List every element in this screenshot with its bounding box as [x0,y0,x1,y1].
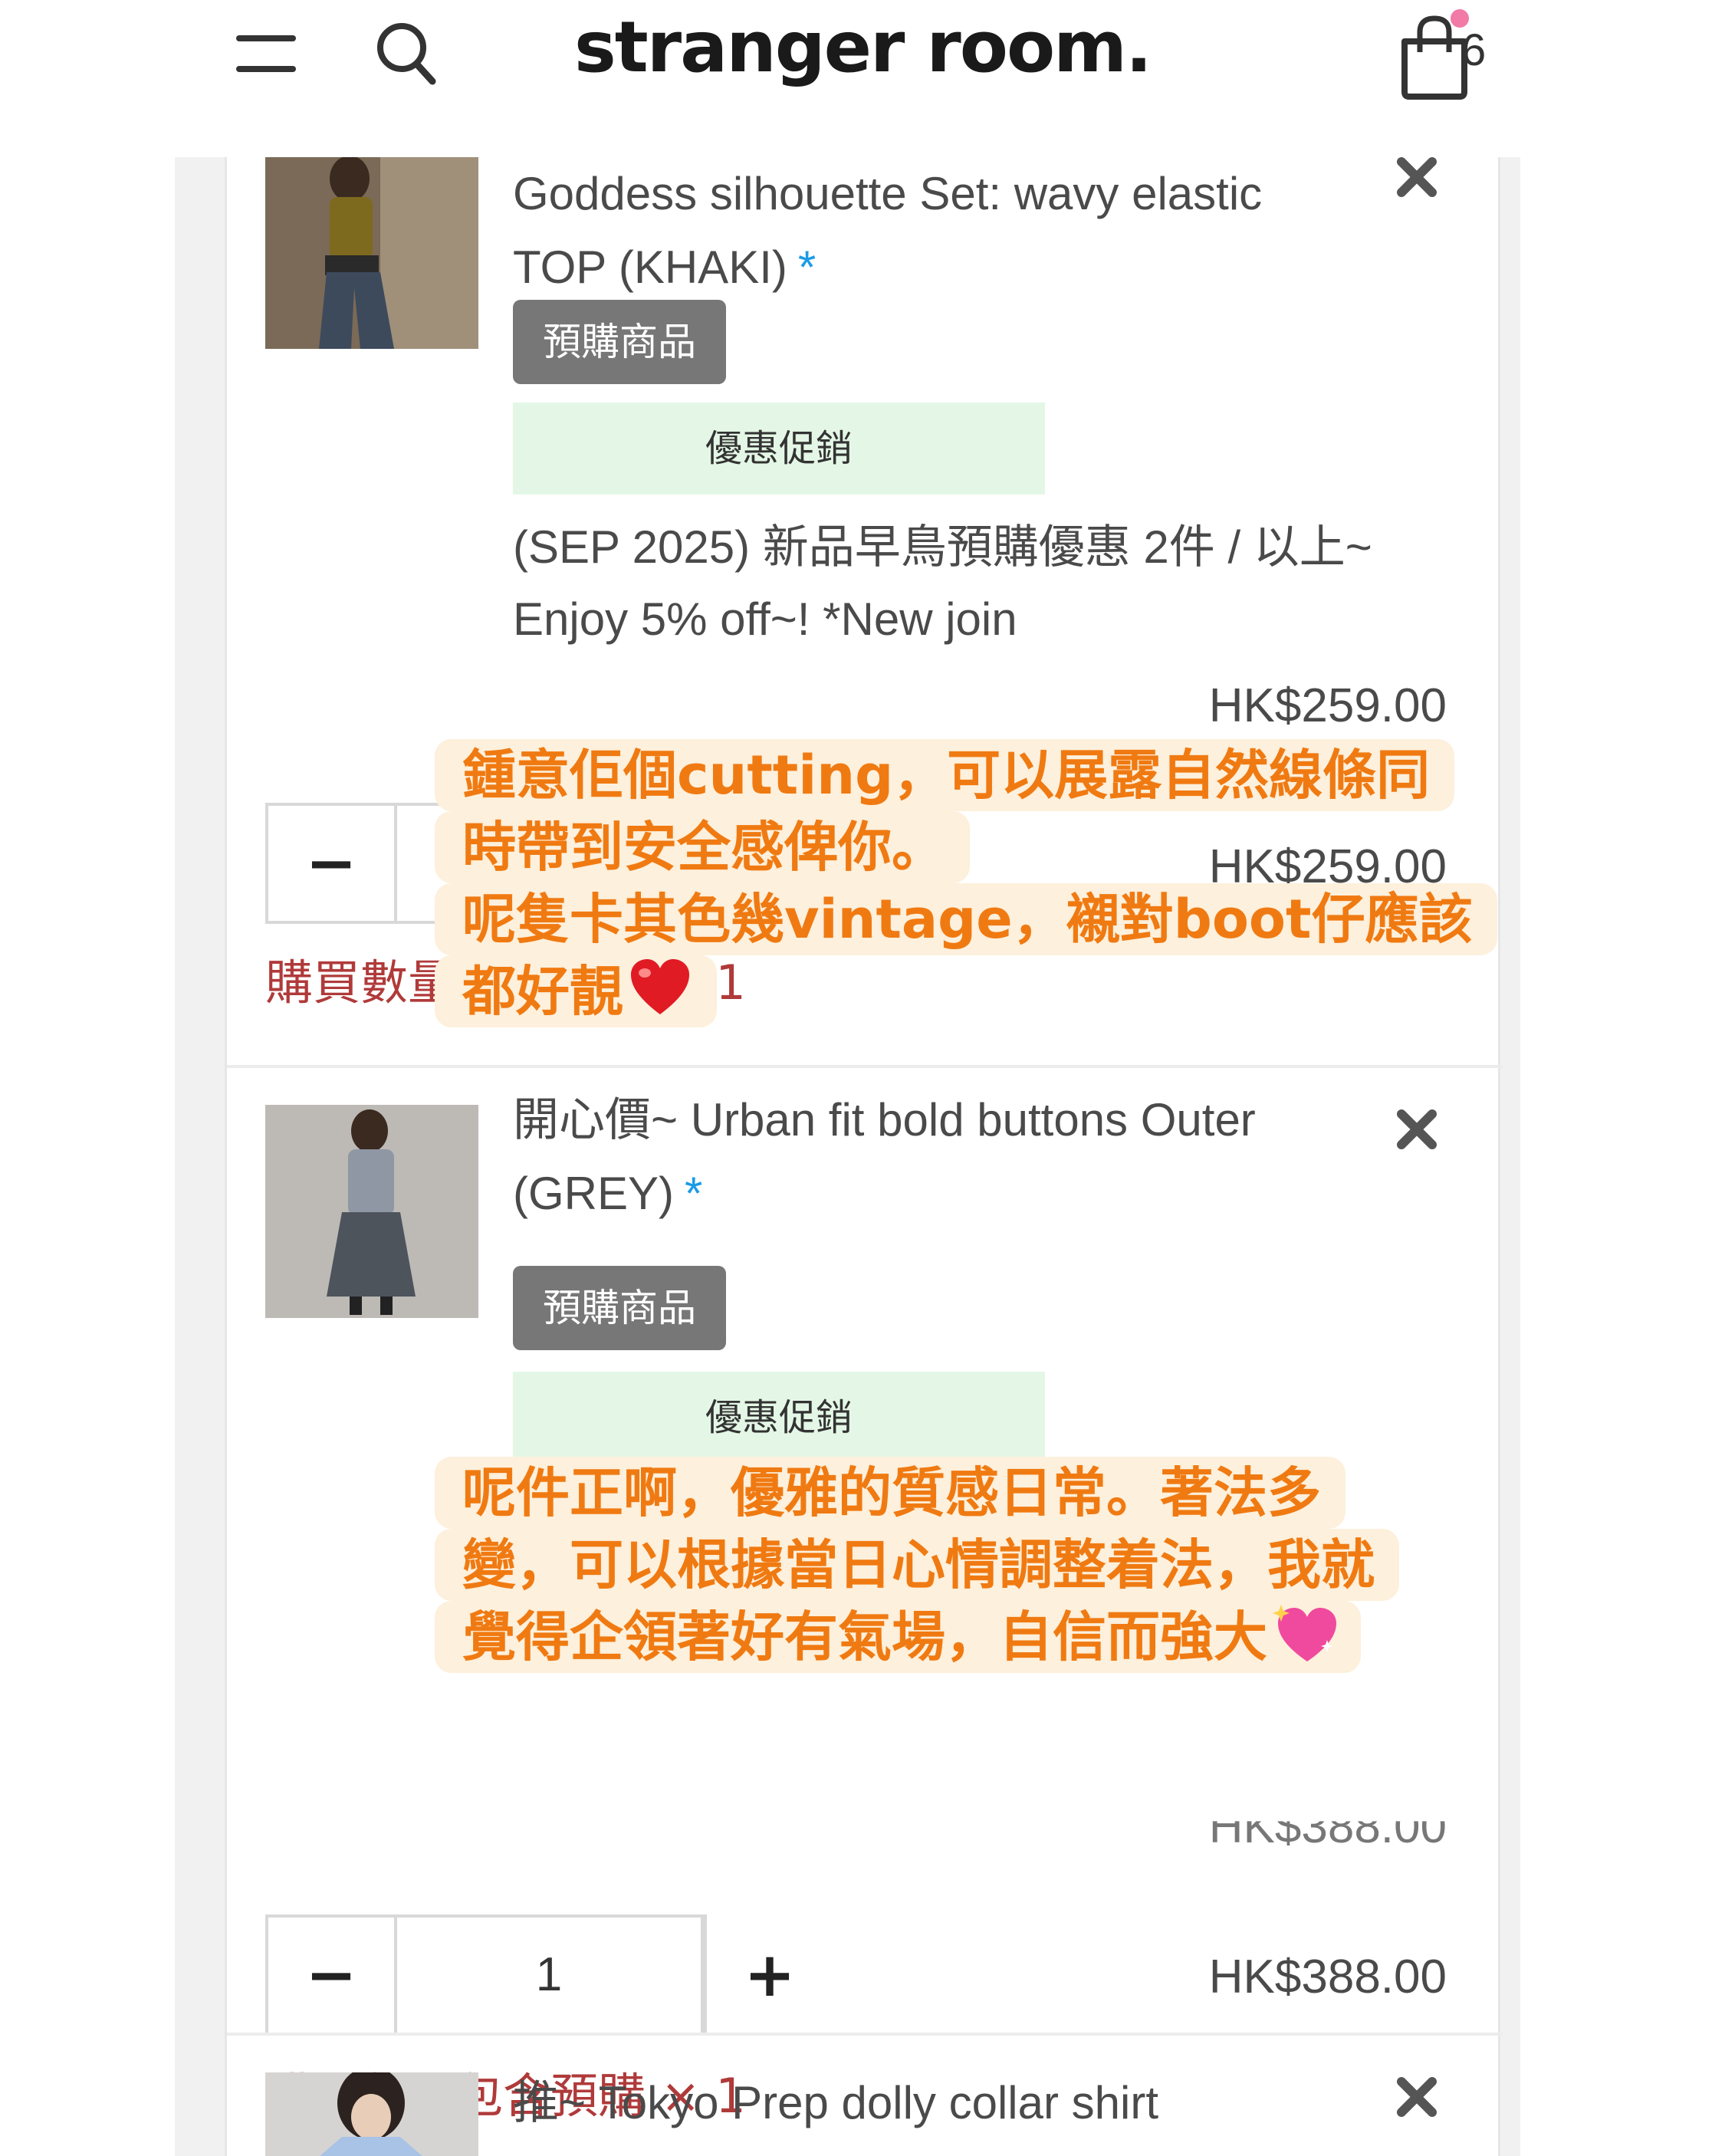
promotion-label: 優惠促銷 [513,1372,1045,1464]
promotion-line: Enjoy 5% off~! *New join [513,593,1017,645]
caption-line: 變，可以根據當日心情調整着法，我就 [435,1529,1399,1601]
page-gutter-right [1500,157,1520,2156]
caption-line: 鍾意佢個cutting，可以展露自然線條同 [435,739,1455,811]
cart-count: 6 [1461,25,1487,75]
caption-line-with-emoji: 覺得企領著好有氣場，自信而強大 [435,1601,1361,1673]
remove-item-icon[interactable] [1392,2072,1441,2121]
product-title[interactable]: 推~ Tokyo Prep dolly collar shirt [513,2066,1395,2140]
decrease-quantity-button[interactable]: − [268,1918,394,2033]
required-asterisk: * [797,242,816,293]
product-title[interactable]: 開心價~ Urban fit bold buttons Outer (GREY)… [513,1083,1395,1231]
product-image[interactable] [265,157,478,349]
product-title-line[interactable]: 推~ Tokyo Prep dolly collar shirt [513,2066,1395,2140]
product-title-line[interactable]: TOP (KHAKI) [513,242,787,293]
increase-quantity-button[interactable]: + [707,1918,833,2033]
product-image[interactable] [265,2072,478,2156]
product-image[interactable] [265,1105,478,1318]
red-heart-icon [631,959,689,1014]
site-header: stranger room. 6 [0,0,1725,157]
caption-text: 覺得企領著好有氣場，自信而強大 [462,1605,1267,1668]
cart-items-panel: Goddess silhouette Set: wavy elastic TOP… [225,157,1503,2156]
unit-price: HK$259.00 [1208,679,1447,732]
promotion-description: (SEP 2025) 新品早鳥預購優惠 2件 / 以上~ Enjoy 5% of… [513,511,1433,656]
caption-line: 呢件正啊，優雅的質感日常。著法多 [435,1457,1346,1529]
cart-item: 推~ Tokyo Prep dolly collar shirt [227,2036,1503,2156]
required-asterisk: * [685,1168,703,1219]
unit-price: HK$388.00 [1208,1800,1447,1853]
product-title-line[interactable]: (GREY) [513,1168,674,1219]
promotion-line: (SEP 2025) 新品早鳥預購優惠 2件 / 以上~ [513,521,1372,573]
item-subtotal: HK$388.00 [1208,1951,1447,2003]
quantity-stepper: − 1 + [265,1914,796,2036]
story-caption: 鍾意佢個cutting，可以展露自然線條同 時帶到安全感俾你。 呢隻卡其色幾vi… [435,739,1497,1027]
preorder-badge: 預購商品 [513,300,726,384]
caption-line: 時帶到安全感俾你。 [435,811,970,883]
sparkling-heart-icon [1273,1605,1336,1661]
caption-text: 都好靚 [462,960,623,1023]
story-caption: 呢件正啊，優雅的質感日常。著法多 變，可以根據當日心情調整着法，我就 覺得企領著… [435,1457,1399,1673]
caption-line: 呢隻卡其色幾vintage，襯對boot仔應該 [435,883,1497,955]
product-title-line[interactable]: 開心價~ Urban fit bold buttons Outer [513,1083,1395,1157]
quantity-input[interactable]: 1 [394,1918,704,2033]
remove-item-icon[interactable] [1392,153,1441,202]
caption-line-with-emoji: 都好靚 [435,955,717,1027]
decrease-quantity-button[interactable]: − [268,806,394,921]
product-title-line[interactable]: Goddess silhouette Set: wavy elastic [513,157,1395,231]
preorder-badge: 預購商品 [513,1266,726,1350]
remove-item-icon[interactable] [1392,1105,1441,1154]
product-title[interactable]: Goddess silhouette Set: wavy elastic TOP… [513,157,1395,304]
promotion-label: 優惠促銷 [513,403,1045,495]
page-gutter-left [175,157,225,2156]
